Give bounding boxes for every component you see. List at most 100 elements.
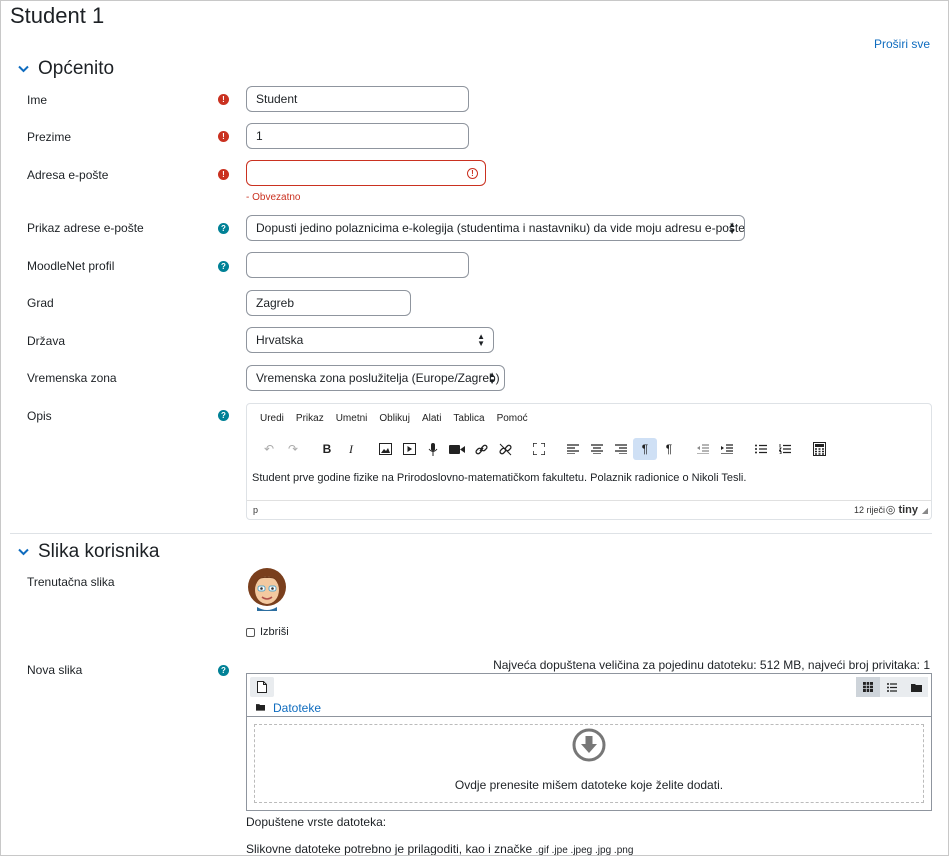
help-icon[interactable]: ? <box>218 410 229 421</box>
select-arrows-icon: ▲ ▼ <box>488 370 496 386</box>
editor-menu-tools[interactable]: Alati <box>422 413 441 424</box>
file-icon <box>257 681 267 693</box>
rtl-direction-icon[interactable]: ¶ <box>657 438 681 460</box>
align-right-icon[interactable] <box>609 438 633 460</box>
microphone-icon[interactable] <box>421 438 445 460</box>
help-icon[interactable]: ? <box>218 665 229 676</box>
email-display-value: Dopusti jedino polaznicima e-kolegija (s… <box>256 221 745 235</box>
element-path[interactable]: p <box>253 505 258 515</box>
media-icon[interactable] <box>397 438 421 460</box>
unlink-icon[interactable] <box>493 438 517 460</box>
email-error-message: - Obvezatno <box>246 192 301 203</box>
calculator-icon[interactable] <box>807 438 831 460</box>
lastname-input[interactable]: 1 <box>246 123 469 149</box>
editor-menubar: Uredi Prikaz Umetni Oblikuj Alati Tablic… <box>260 413 528 424</box>
editor-statusbar: p 12 riječi ◎ tiny ◢ <box>247 500 931 519</box>
drop-zone-text: Ovdje prenesite mišem datoteke koje želi… <box>454 778 724 792</box>
drop-zone[interactable]: Ovdje prenesite mišem datoteke koje želi… <box>254 724 924 803</box>
expand-all-link[interactable]: Proširi sve <box>874 37 930 51</box>
resize-handle-icon[interactable]: ◢ <box>922 506 928 515</box>
align-center-icon[interactable] <box>585 438 609 460</box>
italic-icon[interactable]: I <box>339 438 363 460</box>
country-label: Država <box>27 334 66 348</box>
chevron-down-icon <box>14 543 32 561</box>
moodlenet-label: MoodleNet profil <box>27 259 115 273</box>
file-picker-path: Datoteke <box>256 701 321 715</box>
editor-menu-help[interactable]: Pomoć <box>497 413 528 424</box>
edit-profile-page: Student 1 Proširi sve Općenito Ime ! Stu… <box>0 0 949 856</box>
email-display-select[interactable]: Dopusti jedino polaznicima e-kolegija (s… <box>246 215 745 241</box>
description-label: Opis <box>27 409 52 423</box>
link-icon[interactable] <box>469 438 493 460</box>
editor-content[interactable]: Student prve godine fizike na Prirodoslo… <box>252 472 746 484</box>
undo-icon[interactable]: ↶ <box>257 438 281 460</box>
bold-icon[interactable]: B <box>315 438 339 460</box>
select-arrows-icon: ▲ ▼ <box>728 220 736 236</box>
lastname-label: Prezime <box>27 130 72 144</box>
current-picture-label: Trenutačna slika <box>27 575 115 589</box>
file-picker-toolbar: Datoteke <box>247 674 931 717</box>
word-count[interactable]: 12 riječi <box>854 505 885 515</box>
help-icon[interactable]: ? <box>218 223 229 234</box>
tiny-logo-icon: ◎ <box>885 504 896 516</box>
allowed-extensions: .gif .jpe .jpeg .jpg .png <box>535 845 634 856</box>
file-picker: Datoteke Ovdje prenesite mišem datoteke … <box>246 673 932 811</box>
numbered-list-icon[interactable] <box>773 438 797 460</box>
timezone-select[interactable]: Vremenska zona poslužitelja (Europe/Zagr… <box>246 365 505 391</box>
country-select[interactable]: Hrvatska ▲ ▼ <box>246 327 494 353</box>
folder-view-icon[interactable] <box>904 677 928 697</box>
view-switcher <box>856 677 928 697</box>
align-left-icon[interactable] <box>561 438 585 460</box>
help-icon[interactable]: ? <box>218 261 229 272</box>
tiny-logo[interactable]: ◎ tiny <box>886 503 918 516</box>
allowed-types-text: Slikovne datoteke potrebno je prilagodit… <box>246 842 533 856</box>
video-camera-icon[interactable] <box>445 438 469 460</box>
new-picture-label: Nova slika <box>27 663 83 677</box>
rich-text-editor: Uredi Prikaz Umetni Oblikuj Alati Tablic… <box>246 403 932 520</box>
section-general-header[interactable]: Općenito <box>14 58 114 80</box>
redo-icon[interactable]: ↷ <box>281 438 305 460</box>
upload-limits: Najveća dopuštena veličina za pojedinu d… <box>493 658 930 672</box>
required-icon: ! <box>218 169 229 180</box>
delete-picture-option[interactable]: Izbriši <box>246 626 289 638</box>
editor-menu-edit[interactable]: Uredi <box>260 413 284 424</box>
fullscreen-icon[interactable] <box>527 438 551 460</box>
country-value: Hrvatska <box>256 333 304 347</box>
bullet-list-icon[interactable] <box>749 438 773 460</box>
city-input[interactable]: Zagreb <box>246 290 411 316</box>
editor-menu-insert[interactable]: Umetni <box>336 413 368 424</box>
error-icon: ! <box>467 168 478 179</box>
section-title: Slika korisnika <box>38 541 160 562</box>
add-file-button[interactable] <box>250 677 274 697</box>
moodlenet-input[interactable] <box>246 252 469 278</box>
firstname-label: Ime <box>27 93 48 107</box>
firstname-input[interactable]: Student <box>246 86 469 112</box>
email-display-label: Prikaz adrese e-pošte <box>27 221 144 235</box>
timezone-value: Vremenska zona poslužitelja (Europe/Zagr… <box>256 371 500 385</box>
ltr-direction-icon[interactable]: ¶ <box>633 438 657 460</box>
list-view-icon[interactable] <box>880 677 904 697</box>
outdent-icon[interactable] <box>691 438 715 460</box>
section-title: Općenito <box>38 58 115 79</box>
section-picture-header[interactable]: Slika korisnika <box>14 541 159 563</box>
delete-picture-checkbox[interactable] <box>246 627 255 637</box>
editor-menu-view[interactable]: Prikaz <box>296 413 324 424</box>
required-icon: ! <box>218 131 229 142</box>
allowed-types-description: Slikovne datoteke potrebno je prilagodit… <box>246 842 634 856</box>
grid-view-icon[interactable] <box>856 677 880 697</box>
timezone-label: Vremenska zona <box>27 371 117 385</box>
download-arrow-icon <box>572 728 606 762</box>
editor-menu-format[interactable]: Oblikuj <box>379 413 410 424</box>
image-icon[interactable] <box>373 438 397 460</box>
editor-menu-table[interactable]: Tablica <box>453 413 484 424</box>
folder-icon <box>256 703 265 714</box>
section-divider <box>10 533 932 534</box>
allowed-types-label: Dopuštene vrste datoteka: <box>246 815 387 829</box>
folder-link-files[interactable]: Datoteke <box>273 701 321 715</box>
delete-picture-label: Izbriši <box>260 626 289 638</box>
indent-icon[interactable] <box>715 438 739 460</box>
required-icon: ! <box>218 94 229 105</box>
select-arrows-icon: ▲ ▼ <box>477 332 485 348</box>
editor-toolbar: ↶ ↷ B I ¶ ¶ <box>257 438 831 460</box>
email-input[interactable] <box>246 160 486 186</box>
